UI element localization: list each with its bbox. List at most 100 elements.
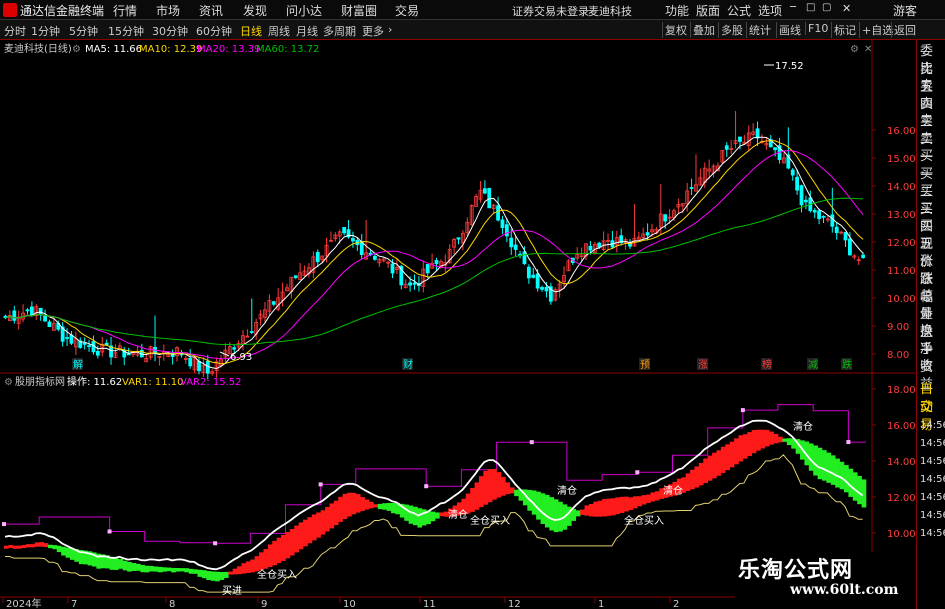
- signal-bar: [641, 495, 647, 505]
- period-toolbar: 分时 1分钟 5分钟 15分钟 30分钟 60分钟 日线 周线 月线 多周期 更…: [0, 20, 945, 40]
- signal-bar: [140, 564, 146, 573]
- signal-bar: [377, 503, 383, 510]
- more-chevron-icon[interactable]: ›: [388, 23, 392, 36]
- statistics-button[interactable]: 统计: [746, 22, 773, 38]
- close-icon[interactable]: ✕: [842, 2, 851, 15]
- sub-settings-icon[interactable]: ⚙: [4, 377, 13, 388]
- period-tab-timeshare[interactable]: 分时: [4, 23, 26, 39]
- signal-bar: [716, 450, 722, 476]
- login-notice[interactable]: 证券交易未登录: [512, 3, 589, 19]
- menu-item-ask[interactable]: 问小达: [286, 2, 322, 19]
- overlay-button[interactable]: 叠加: [690, 22, 717, 38]
- signal-bar: [720, 446, 726, 473]
- draw-line-button[interactable]: 画线: [776, 22, 803, 38]
- var1-line: [5, 454, 863, 593]
- signal-bar: [329, 503, 335, 529]
- candle-body: [689, 187, 694, 189]
- candle-body: [738, 136, 742, 142]
- period-tab-30min[interactable]: 30分钟: [152, 23, 188, 39]
- signal-bar: [355, 494, 361, 513]
- menu-item-wealth[interactable]: 财富圈: [341, 2, 377, 19]
- signal-bar: [34, 542, 40, 547]
- period-tab-daily[interactable]: 日线: [240, 23, 262, 39]
- time-tick-label: 10: [343, 599, 356, 609]
- signal-bar: [712, 452, 717, 479]
- period-tab-1min[interactable]: 1分钟: [31, 23, 60, 39]
- signal-bar: [654, 491, 660, 501]
- signal-bar: [382, 503, 387, 510]
- candle-body: [315, 252, 320, 263]
- signal-bar: [505, 482, 511, 495]
- restore-icon[interactable]: □: [806, 2, 815, 13]
- back-button[interactable]: 返回: [891, 22, 918, 38]
- candle-body: [87, 345, 91, 347]
- settings-icon[interactable]: ⚙: [72, 44, 81, 55]
- period-tab-monthly[interactable]: 月线: [296, 23, 318, 39]
- signal-bar: [435, 512, 440, 519]
- guest-label[interactable]: 游客: [893, 2, 917, 19]
- menu-item-options[interactable]: 选项: [758, 2, 782, 19]
- add-watchlist-button[interactable]: +自选: [859, 22, 895, 38]
- ma60-line: [5, 197, 864, 346]
- signal-bar: [12, 545, 18, 549]
- menu-item-layout[interactable]: 版面: [696, 2, 720, 19]
- maximize-icon[interactable]: ▢: [822, 2, 831, 13]
- menu-item-formula[interactable]: 公式: [727, 2, 751, 19]
- menu-item-news[interactable]: 资讯: [199, 2, 223, 19]
- signal-bar: [241, 563, 247, 574]
- signal-bar: [17, 545, 22, 549]
- period-tab-60min[interactable]: 60分钟: [196, 23, 232, 39]
- period-tab-multi[interactable]: 多周期: [323, 23, 356, 39]
- multi-stock-button[interactable]: 多股: [718, 22, 745, 38]
- signal-bar: [320, 510, 326, 535]
- signal-bar: [65, 547, 71, 558]
- signal-bar: [747, 432, 752, 457]
- main-chart-title: 麦迪科技(日线): [4, 42, 72, 55]
- signal-bar: [197, 569, 203, 577]
- mark-button[interactable]: 标记: [831, 22, 858, 38]
- price-tick-label: 11.00: [887, 266, 915, 277]
- signal-bar: [351, 492, 357, 515]
- signal-bar: [30, 544, 36, 548]
- candle-body: [535, 273, 540, 289]
- signal-bar: [127, 561, 132, 572]
- panel-settings-icon[interactable]: ⚙: [850, 44, 859, 55]
- signal-bar: [122, 560, 128, 571]
- price-tick-label: 16.00: [887, 126, 915, 137]
- menu-item-trade[interactable]: 交易: [395, 2, 419, 19]
- panel-close-icon[interactable]: ✕: [864, 44, 872, 55]
- price-tick-label: 13.00: [887, 210, 915, 221]
- f10-button[interactable]: F10: [805, 22, 830, 35]
- signal-bar: [294, 525, 299, 553]
- signal-bar: [316, 512, 321, 538]
- period-tab-5min[interactable]: 5分钟: [69, 23, 98, 39]
- signal-bar: [751, 430, 757, 454]
- var2-marker: [213, 541, 218, 546]
- signal-bar: [786, 438, 792, 445]
- menu-item-function[interactable]: 功能: [665, 2, 689, 19]
- signal-bar: [496, 472, 502, 498]
- adjust-button[interactable]: 复权: [662, 22, 689, 38]
- signal-bar: [778, 436, 783, 443]
- var2-marker: [740, 408, 745, 413]
- signal-bar: [285, 532, 291, 559]
- signal-bar: [175, 568, 181, 572]
- price-tick-label: 12.00: [887, 238, 915, 249]
- signal-bar: [272, 540, 277, 566]
- signal-label: 买进: [222, 585, 242, 597]
- signal-bar: [21, 545, 27, 549]
- menu-item-discover[interactable]: 发现: [243, 2, 267, 19]
- signal-bar: [153, 566, 159, 572]
- menu-item-market[interactable]: 市场: [156, 2, 180, 19]
- candle-body: [390, 263, 395, 274]
- period-tab-weekly[interactable]: 周线: [268, 23, 290, 39]
- kline-chart[interactable]: 16.00 15.00 14.00 13.00 12.00 11.00 10.00 9.00 8…: [0, 40, 915, 609]
- signal-bar: [8, 544, 14, 548]
- minimize-icon[interactable]: ─: [790, 2, 796, 13]
- menu-item-quotes[interactable]: 行情: [113, 2, 137, 19]
- period-tab-15min[interactable]: 15分钟: [108, 23, 144, 39]
- signal-bar: [338, 496, 343, 522]
- candle-body: [38, 307, 43, 316]
- period-tab-more[interactable]: 更多: [362, 23, 384, 39]
- trade-time-label: 14:56: [920, 510, 945, 521]
